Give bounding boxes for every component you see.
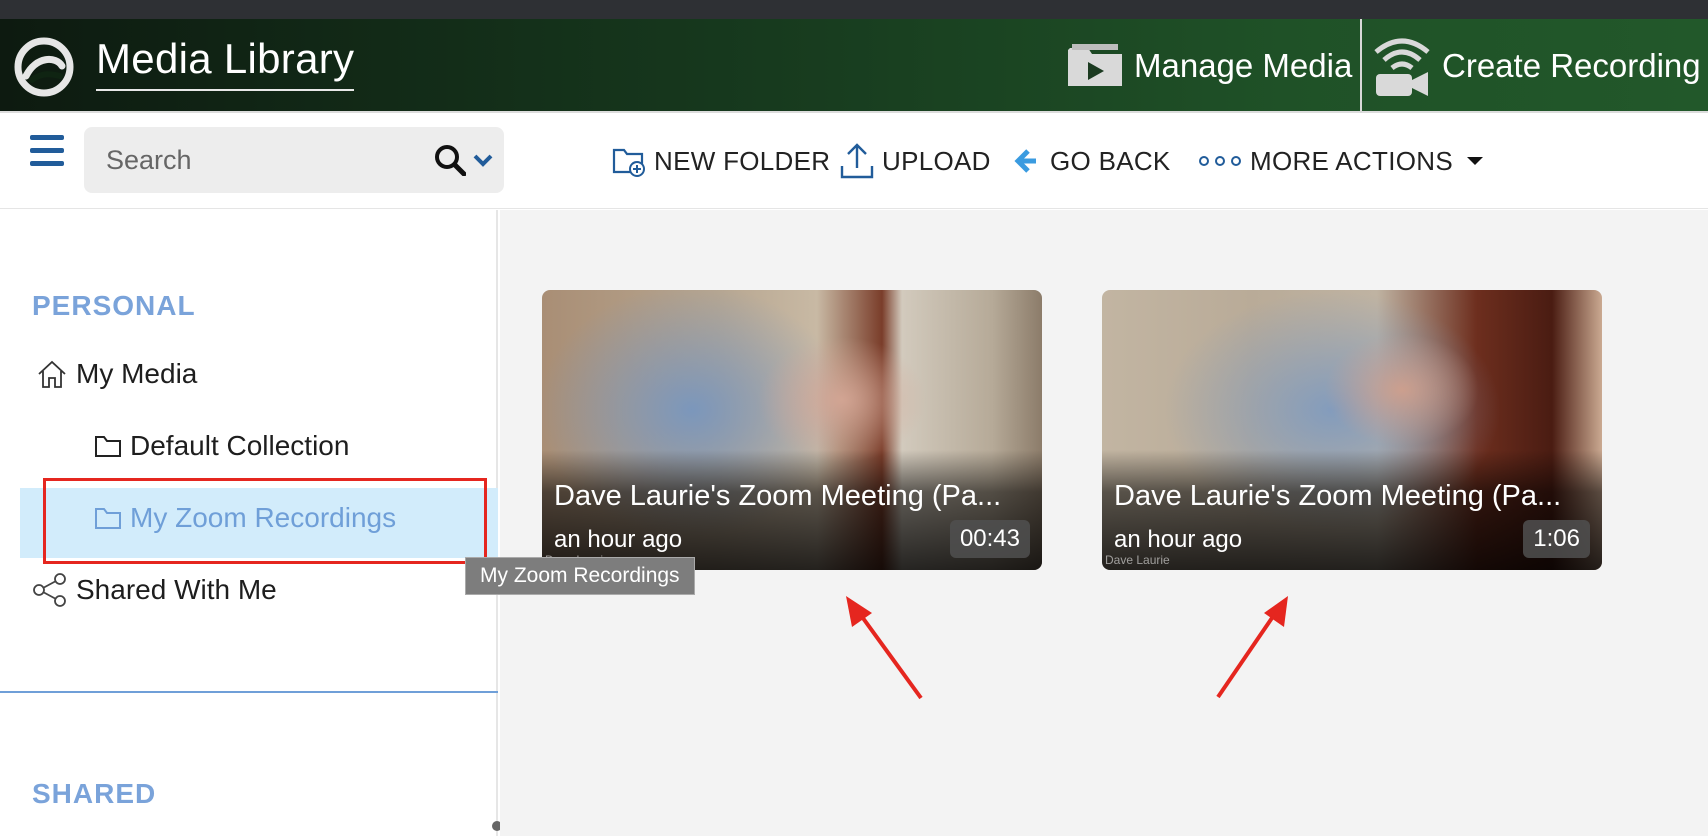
create-recording-label: Create Recording <box>1442 47 1701 84</box>
sidebar-item-label: Shared With Me <box>76 574 277 605</box>
sidebar-item-my-zoom-recordings[interactable]: My Zoom Recordings <box>94 502 396 534</box>
media-folder-icon <box>1068 44 1122 86</box>
folder-icon <box>95 508 121 529</box>
media-card[interactable]: Dave Laurie Dave Laurie's Zoom Meeting (… <box>542 290 1042 570</box>
section-title-personal: PERSONAL <box>32 290 196 321</box>
toolbar: NEW FOLDER UPLOAD GO BACK MORE ACTIONS <box>0 113 1708 209</box>
tooltip: My Zoom Recordings <box>465 557 695 595</box>
sidebar-divider <box>0 691 498 693</box>
sidebar-item-default-collection[interactable]: Default Collection <box>94 430 349 462</box>
thumbnail-watermark: Dave Laurie <box>1105 553 1170 567</box>
caret-down-icon <box>1466 157 1483 165</box>
manage-media-label: Manage Media <box>1134 47 1353 84</box>
sidebar-item-my-media[interactable]: My Media <box>36 358 197 390</box>
home-icon <box>38 360 66 388</box>
upload-label: UPLOAD <box>882 145 991 176</box>
app-header: Media Library Manage Media Create Record… <box>0 19 1708 113</box>
search-input[interactable] <box>106 143 406 177</box>
section-title-shared: SHARED <box>32 778 157 809</box>
search-box <box>84 127 504 193</box>
sidebar-item-label: Default Collection <box>130 430 350 461</box>
back-arrow-icon <box>1014 149 1036 173</box>
media-title: Dave Laurie's Zoom Meeting (Pa... <box>554 480 1002 512</box>
share-icon <box>33 573 66 607</box>
more-actions-button[interactable]: MORE ACTIONS <box>1198 139 1485 183</box>
search-icon[interactable] <box>434 144 466 176</box>
more-actions-label: MORE ACTIONS <box>1250 145 1453 176</box>
header-divider <box>1360 19 1362 113</box>
folder-icon <box>95 436 121 457</box>
duration-badge: 1:06 <box>1523 520 1590 558</box>
chevron-down-icon[interactable] <box>472 149 494 171</box>
media-title: Dave Laurie's Zoom Meeting (Pa... <box>1114 480 1562 512</box>
sidebar-item-shared-with-me[interactable]: Shared With Me <box>32 573 277 607</box>
new-folder-button[interactable]: NEW FOLDER <box>612 139 830 183</box>
new-folder-icon <box>612 148 645 177</box>
go-back-label: GO BACK <box>1050 145 1171 176</box>
media-timestamp: an hour ago <box>554 526 683 553</box>
create-recording-button[interactable]: Create Recording <box>1372 19 1701 113</box>
sidebar-item-label: My Zoom Recordings <box>130 502 397 533</box>
sidebar: PERSONAL My Media Default Collection My … <box>0 210 498 836</box>
media-grid: Dave Laurie Dave Laurie's Zoom Meeting (… <box>500 210 1708 836</box>
upload-icon <box>840 143 874 179</box>
menu-hamburger-icon[interactable] <box>30 135 64 167</box>
media-timestamp: an hour ago <box>1114 526 1243 553</box>
sidebar-item-label: My Media <box>76 358 198 389</box>
media-card[interactable]: Dave Laurie Dave Laurie's Zoom Meeting (… <box>1102 290 1602 570</box>
manage-media-button[interactable]: Manage Media <box>1066 19 1352 113</box>
app-title[interactable]: Media Library <box>96 35 355 91</box>
wireless-camera-icon <box>1374 38 1430 96</box>
window-top-strip <box>0 0 1708 19</box>
new-folder-label: NEW FOLDER <box>654 145 831 176</box>
app-logo-icon <box>14 37 74 97</box>
more-dots-icon <box>1199 156 1241 166</box>
duration-badge: 00:43 <box>949 520 1030 558</box>
upload-button[interactable]: UPLOAD <box>840 139 991 183</box>
go-back-button[interactable]: GO BACK <box>1012 139 1171 183</box>
